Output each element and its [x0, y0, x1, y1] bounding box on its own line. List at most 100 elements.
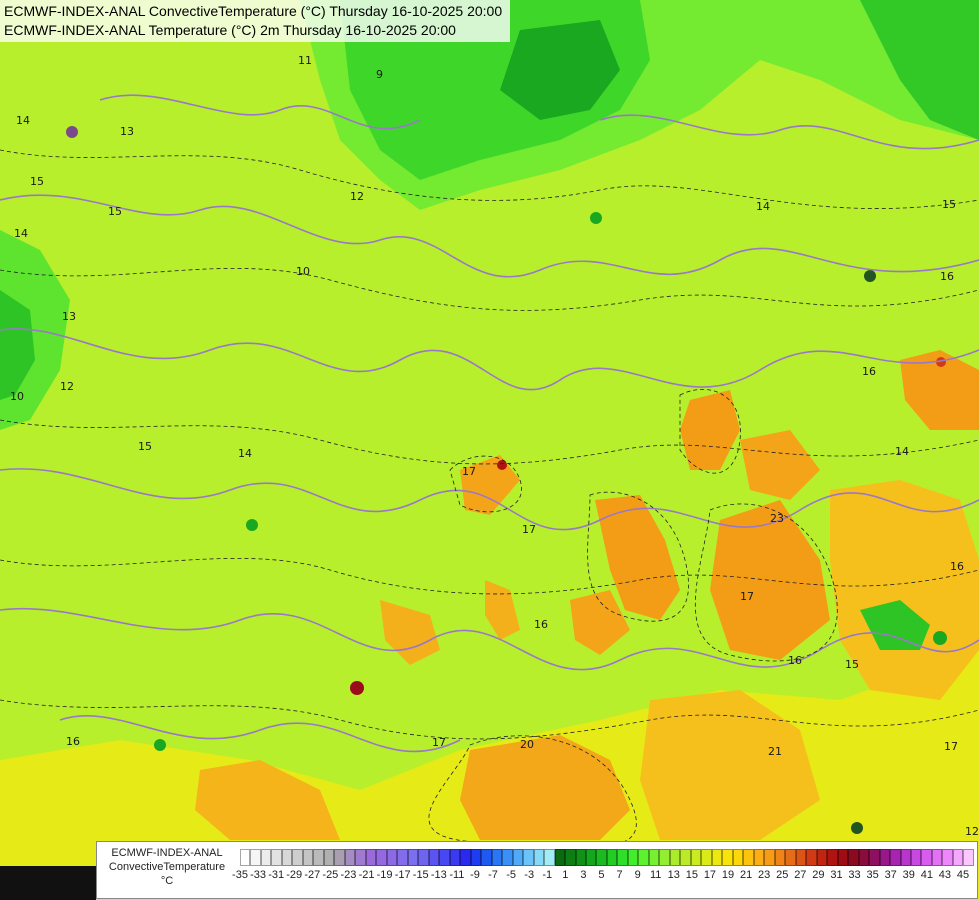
contour-label: 14: [895, 445, 909, 458]
legend-tick-label: -23: [340, 869, 357, 881]
contour-label: 12: [965, 825, 979, 838]
legend-tick-label: 27: [794, 869, 807, 881]
legend-swatch: [942, 849, 953, 866]
contour-label: 21: [768, 745, 782, 758]
legend-tick-label: 21: [739, 869, 753, 881]
legend-swatch: [638, 849, 649, 866]
contour-label: 15: [30, 175, 44, 188]
legend-swatch: [292, 849, 303, 866]
legend-tick-label: 45: [956, 869, 970, 881]
legend-swatch: [313, 849, 324, 866]
legend-tick-label: 25: [776, 869, 789, 881]
contour-label: 16: [940, 270, 954, 283]
legend-name-line2: ConvectiveTemperature: [108, 861, 226, 873]
contour-label: 17: [740, 590, 754, 603]
legend-tick-label: -9: [470, 869, 480, 881]
legend-tick-label: 11: [650, 869, 662, 881]
legend-tick-label: 1: [562, 869, 569, 881]
legend-swatch: [869, 849, 880, 866]
legend-swatch: [240, 849, 251, 866]
contour-label: 16: [66, 735, 80, 748]
contour-label: 15: [942, 198, 956, 211]
legend-swatch: [921, 849, 932, 866]
legend-swatch: [323, 849, 335, 866]
legend-swatch: [439, 849, 450, 866]
dark-corner-region: [0, 866, 96, 900]
legend-swatch: [963, 849, 974, 866]
legend-tick-label: 15: [685, 869, 698, 881]
contour-label: 17: [432, 736, 446, 749]
legend-swatch: [449, 849, 461, 866]
contour-label: 13: [120, 125, 134, 138]
legend-tick-label: -5: [506, 869, 516, 881]
legend-swatch: [596, 849, 607, 866]
green-spot-2: [154, 739, 166, 751]
contour-label: 16: [788, 654, 802, 667]
legend-swatch: [816, 849, 828, 866]
legend-swatch: [806, 849, 817, 866]
contour-label: 10: [10, 390, 24, 403]
legend-tick-label: 7: [616, 869, 623, 881]
legend-swatch: [827, 849, 838, 866]
legend-name: ECMWF-INDEX-ANAL ConvectiveTemperature °…: [97, 846, 237, 888]
legend-tick-label: 29: [812, 869, 825, 881]
legend-tick-label: -29: [286, 869, 303, 881]
legend-swatch: [355, 849, 366, 866]
legend-tick-label: 5: [598, 869, 605, 881]
legend-swatch: [407, 849, 419, 866]
legend-swatch: [281, 849, 293, 866]
legend-unit: °C: [160, 875, 174, 887]
map-title-block: ECMWF-INDEX-ANAL ConvectiveTemperature (…: [0, 0, 511, 42]
contour-label: 16: [862, 365, 876, 378]
legend-swatch: [302, 849, 314, 866]
contour-label: 14: [16, 114, 30, 127]
legend-name-line1: ECMWF-INDEX-ANAL: [111, 847, 223, 859]
legend-tick-label: -11: [449, 869, 465, 881]
legend-tick-label: -31: [268, 869, 285, 881]
legend-tick-label: 17: [703, 869, 717, 881]
legend-swatch: [764, 849, 775, 866]
legend-swatch: [512, 849, 524, 866]
legend-swatch: [858, 849, 870, 866]
legend-swatch: [617, 849, 628, 866]
contour-label: 15: [108, 205, 122, 218]
legend-swatch: [418, 849, 429, 866]
legend-swatch: [460, 849, 471, 866]
contour-label: 10: [296, 265, 310, 278]
legend-swatch: [585, 849, 597, 866]
legend-tick-label: -3: [524, 869, 535, 881]
legend-tick-label: 37: [884, 869, 897, 881]
contour-label: 16: [534, 618, 548, 631]
contour-label: 12: [350, 190, 364, 203]
legend-swatch: [481, 849, 492, 866]
legend-tick-label: -19: [376, 869, 393, 881]
legend-tick-label: 19: [721, 869, 735, 881]
legend-swatch: [606, 849, 618, 866]
green-spot-3: [246, 519, 258, 531]
legend-swatch: [502, 849, 513, 866]
legend-swatch: [565, 849, 576, 866]
purple-spot-1: [66, 126, 78, 138]
legend-swatch: [711, 849, 723, 866]
legend-tick-label: 43: [938, 869, 952, 881]
legend-tick-label: -17: [394, 869, 411, 881]
contour-label: 17: [944, 740, 958, 753]
contour-label: 14: [238, 447, 252, 460]
legend-swatch: [627, 849, 639, 866]
legend-swatch: [931, 849, 943, 866]
legend-swatch: [669, 849, 681, 866]
contour-label: 14: [14, 227, 28, 240]
legend-swatch: [334, 849, 345, 866]
contour-label: 11: [298, 54, 312, 67]
legend-swatch: [533, 849, 545, 866]
legend-tick-label: -27: [304, 869, 321, 881]
contour-label: 17: [462, 465, 476, 478]
legend-swatch: [900, 849, 911, 866]
legend-tick-label: -21: [358, 869, 375, 881]
legend-swatch: [890, 849, 901, 866]
legend-swatch: [491, 849, 503, 866]
legend-swatch: [544, 849, 555, 866]
contour-label: 12: [60, 380, 74, 393]
legend-tick-label: 31: [830, 869, 843, 881]
legend-swatch: [554, 849, 566, 866]
